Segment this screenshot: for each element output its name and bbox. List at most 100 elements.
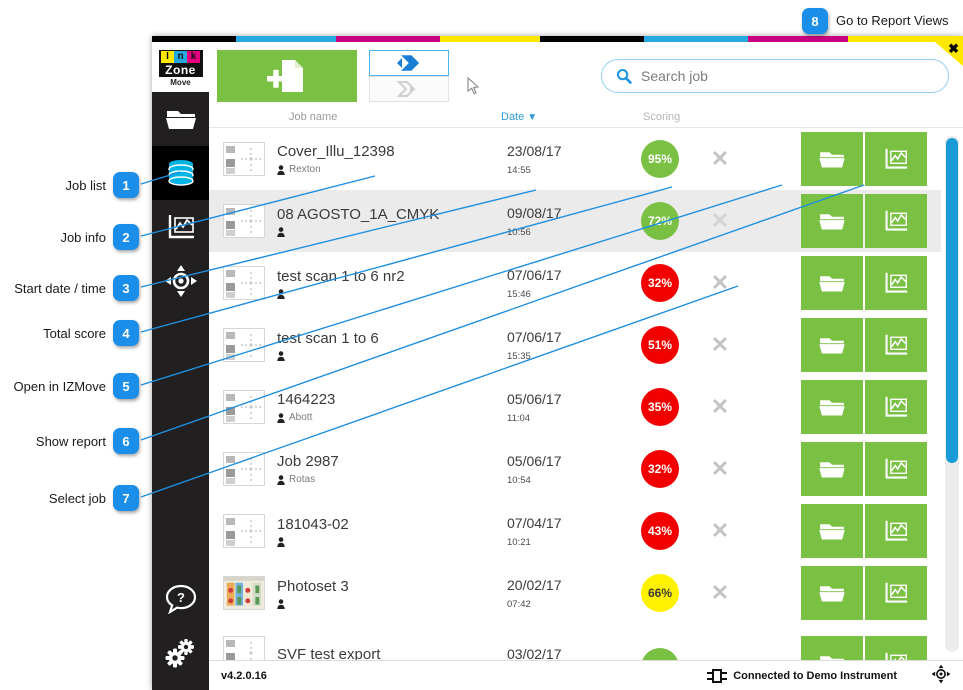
job-date: 05/06/17 10:54	[507, 453, 629, 486]
job-thumbnail	[223, 390, 265, 424]
job-user	[277, 288, 507, 299]
job-date-value: 05/06/17	[507, 390, 562, 407]
annotation-badge-7: 7	[113, 485, 139, 511]
open-in-izmove-button[interactable]	[801, 504, 863, 558]
sidebar-item-help[interactable]: ?	[152, 572, 209, 626]
job-date: 20/02/17 07:42	[507, 577, 629, 610]
search-box[interactable]	[601, 59, 949, 93]
table-row[interactable]: 1464223 Abott 05/06/17 11:04 35% ✕	[209, 376, 941, 438]
status-badge: 66%	[641, 574, 679, 612]
thumbnail-pattern	[241, 396, 261, 419]
delete-cell: ✕	[691, 272, 749, 294]
job-name: Cover_Illu_12398	[277, 143, 395, 160]
open-in-izmove-button[interactable]	[801, 566, 863, 620]
open-in-izmove-button[interactable]	[801, 318, 863, 372]
sidebar-item-job-list[interactable]	[152, 146, 209, 200]
sidebar-item-settings[interactable]	[152, 626, 209, 680]
delete-job-button[interactable]: ✕	[711, 334, 729, 356]
table-row[interactable]: test scan 1 to 6 nr2 07/06/17 15:46 32%	[209, 252, 941, 314]
plug-icon	[707, 668, 728, 683]
database-icon	[167, 160, 194, 186]
open-in-izmove-button[interactable]	[801, 636, 863, 660]
open-in-izmove-button[interactable]	[801, 194, 863, 248]
scrollbar[interactable]	[941, 128, 963, 660]
show-report-button[interactable]	[865, 194, 927, 248]
sidebar-item-measure[interactable]	[152, 254, 209, 308]
open-in-izmove-button[interactable]	[801, 132, 863, 186]
search-input[interactable]	[641, 68, 934, 84]
delete-cell: ✕	[691, 396, 749, 418]
row-actions	[801, 636, 927, 660]
job-list-area: Cover_Illu_12398 Rexton 23/08/17 14:55 9…	[209, 128, 963, 660]
show-report-button[interactable]	[865, 566, 927, 620]
search-icon	[616, 68, 632, 84]
show-report-button[interactable]	[865, 380, 927, 434]
job-user	[277, 536, 507, 547]
delete-job-button[interactable]: ✕	[711, 148, 729, 170]
import-view-button[interactable]	[369, 50, 449, 76]
table-row[interactable]: Photoset 3 20/02/17 07:42 66% ✕	[209, 562, 941, 624]
show-report-button[interactable]	[865, 318, 927, 372]
table-row[interactable]: Cover_Illu_12398 Rexton 23/08/17 14:55 9…	[209, 128, 941, 190]
status-badge: 72%	[641, 202, 679, 240]
open-in-izmove-button[interactable]	[801, 442, 863, 496]
delete-job-button[interactable]: ✕	[711, 396, 729, 418]
status-badge	[641, 648, 679, 660]
new-job-button[interactable]	[217, 50, 357, 102]
job-info: 1464223 Abott	[277, 391, 507, 423]
delete-job-button[interactable]: ✕	[711, 210, 729, 232]
show-report-button[interactable]	[865, 636, 927, 660]
logo-product-text: Move	[170, 77, 191, 87]
job-thumbnail	[223, 452, 265, 486]
scrollbar-track[interactable]	[945, 136, 959, 652]
table-row[interactable]: Job 2987 Rotas 05/06/17 10:54 32% ✕	[209, 438, 941, 500]
job-time-value: 15:35	[507, 350, 531, 362]
chart-icon	[168, 215, 194, 239]
thumbnail-pattern	[241, 334, 261, 357]
delete-job-button[interactable]: ✕	[711, 272, 729, 294]
scrollbar-thumb[interactable]	[946, 138, 958, 463]
column-header-date[interactable]: Date ▼	[501, 111, 631, 123]
table-row[interactable]: 08 AGOSTO_1A_CMYK 09/08/17 10:56 72% ✕	[209, 190, 941, 252]
logo-letter-k: k	[187, 50, 200, 63]
table-row[interactable]: SVF test export 03/02/17	[209, 624, 941, 660]
sidebar-item-job-info[interactable]	[152, 200, 209, 254]
delete-job-button[interactable]: ✕	[711, 520, 729, 542]
row-actions	[801, 256, 927, 310]
job-user: Rexton	[277, 164, 507, 175]
job-date-value: 07/06/17	[507, 328, 562, 345]
folder-icon	[819, 586, 845, 602]
table-row[interactable]: test scan 1 to 6 07/06/17 15:35 51% ✕	[209, 314, 941, 376]
footer-measure-button[interactable]	[931, 664, 951, 687]
row-actions	[801, 504, 927, 558]
user-icon	[277, 536, 285, 547]
show-report-button[interactable]	[865, 504, 927, 558]
job-info: Job 2987 Rotas	[277, 453, 507, 485]
column-header-scoring[interactable]: Scoring	[631, 111, 761, 123]
open-in-izmove-button[interactable]	[801, 256, 863, 310]
thumbnail-photo	[224, 577, 264, 609]
close-button[interactable]: ✖	[935, 42, 963, 66]
show-report-button[interactable]	[865, 132, 927, 186]
app-logo: I n k Zone Move	[152, 42, 209, 92]
delete-job-button[interactable]: ✕	[711, 458, 729, 480]
folder-icon	[819, 524, 845, 540]
chart-icon	[885, 652, 907, 660]
logo-letter-i: I	[161, 50, 174, 63]
annotation-badge-8: 8	[802, 8, 828, 34]
column-header-job-name[interactable]: Job name	[209, 111, 501, 123]
export-view-button[interactable]	[369, 76, 449, 102]
job-name: test scan 1 to 6	[277, 329, 379, 347]
logo-letter-n: n	[174, 50, 187, 63]
show-report-button[interactable]	[865, 442, 927, 496]
sidebar-item-open-folder[interactable]	[152, 92, 209, 146]
score-cell: 72%	[629, 202, 691, 240]
table-row[interactable]: 181043-02 07/04/17 10:21 43% ✕	[209, 500, 941, 562]
open-in-izmove-button[interactable]	[801, 380, 863, 434]
user-icon	[277, 598, 285, 609]
close-icon: ✖	[948, 41, 959, 56]
delete-job-button[interactable]: ✕	[711, 582, 729, 604]
show-report-button[interactable]	[865, 256, 927, 310]
cursor-icon	[467, 76, 480, 94]
folder-icon	[819, 152, 845, 168]
